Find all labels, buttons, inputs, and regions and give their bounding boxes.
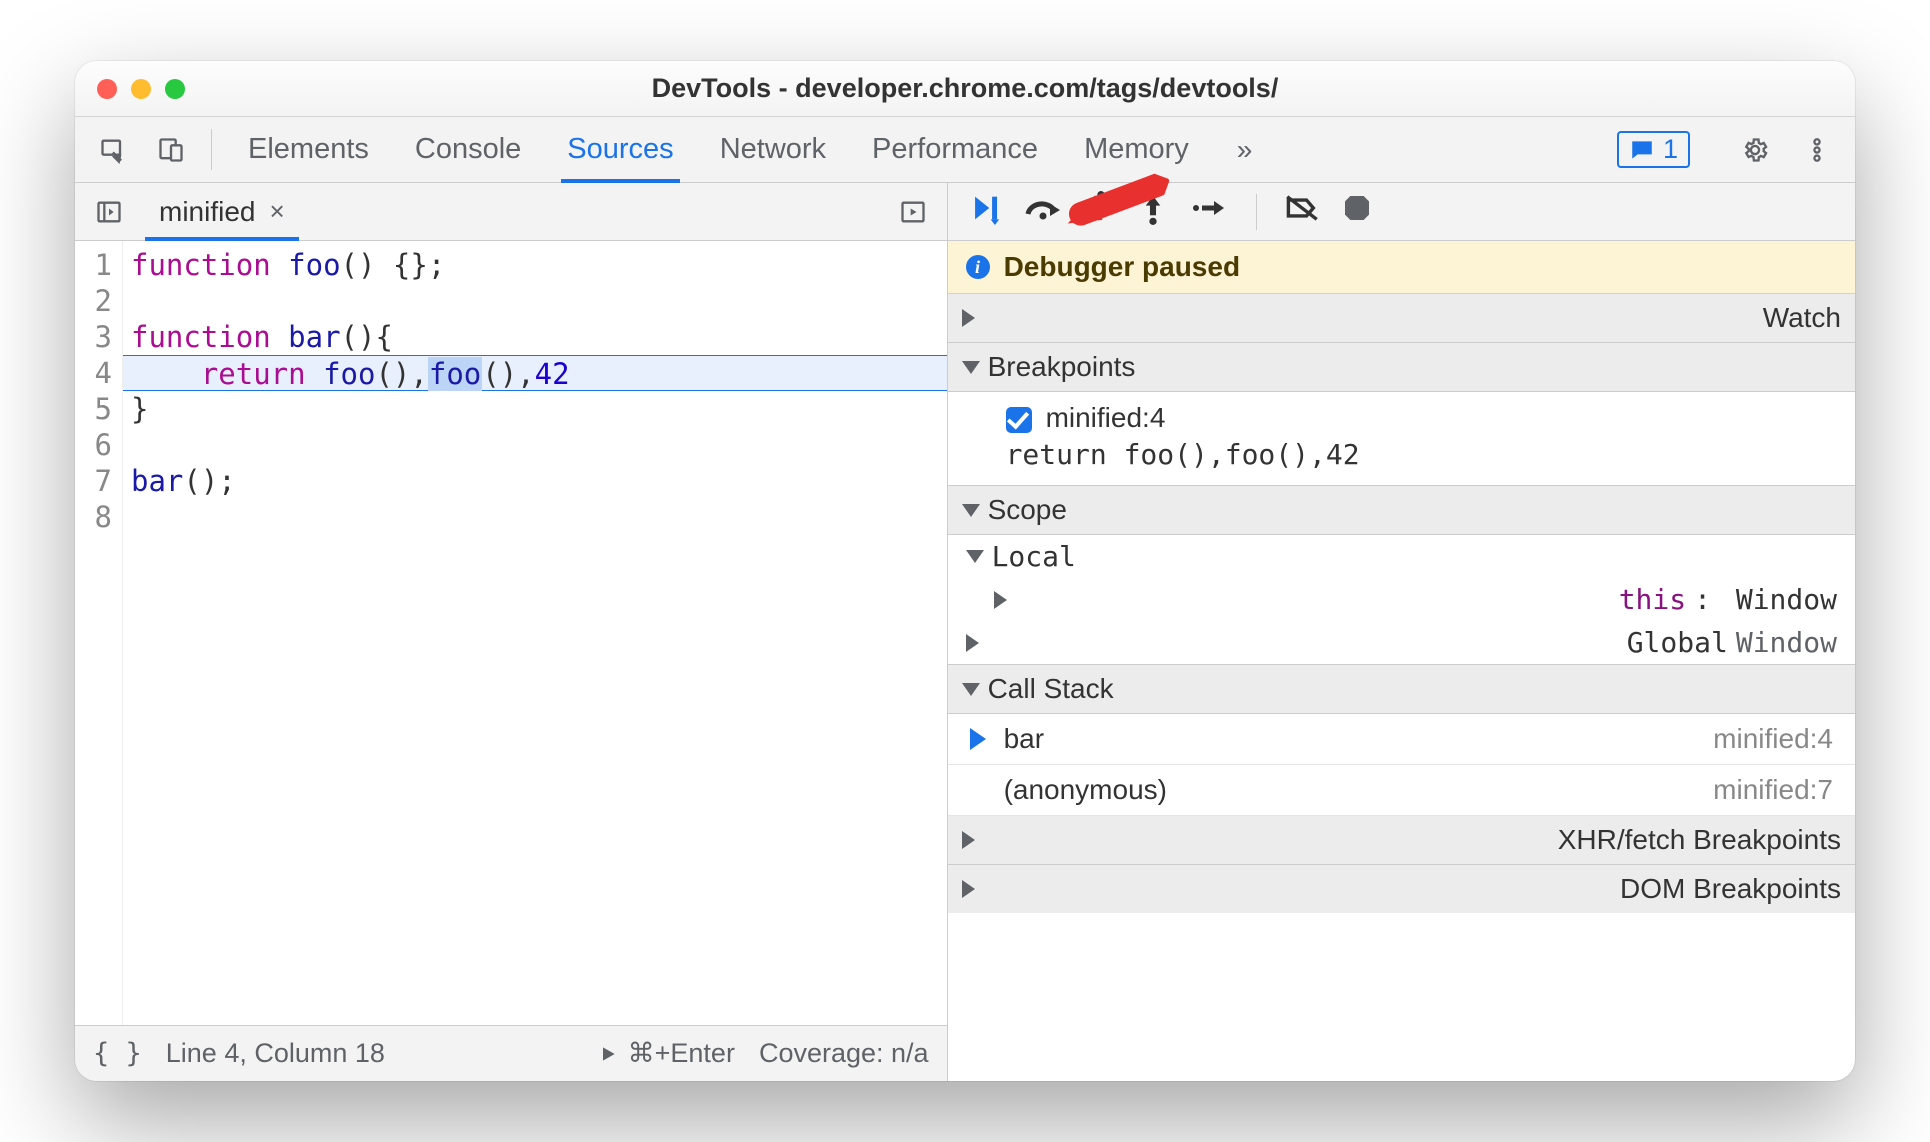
- settings-icon[interactable]: [1731, 136, 1779, 164]
- inspect-element-icon[interactable]: [89, 117, 137, 182]
- code-lines: function foo() {}; function bar(){ retur…: [123, 241, 947, 1025]
- run-snippet-icon[interactable]: [889, 183, 937, 240]
- cursor-position: Line 4, Column 18: [166, 1038, 385, 1069]
- code-editor[interactable]: 1 2 3 4 5 6 7 8 function foo() {}; funct…: [75, 241, 947, 1025]
- run-indicator[interactable]: ⌘+Enter: [598, 1038, 735, 1069]
- device-toolbar-icon[interactable]: [147, 117, 195, 182]
- file-tab-minified[interactable]: minified ×: [145, 183, 299, 240]
- breakpoint-code: return foo(),foo(),42: [1006, 438, 1837, 471]
- titlebar: DevTools - developer.chrome.com/tags/dev…: [75, 61, 1855, 117]
- tab-console[interactable]: Console: [409, 117, 527, 182]
- breakpoint-item[interactable]: minified:4 return foo(),foo(),42: [948, 392, 1855, 486]
- debugger-controls: [948, 183, 1855, 241]
- breakpoints-section-header[interactable]: Breakpoints: [948, 343, 1855, 392]
- scope-local[interactable]: Local: [948, 535, 1855, 578]
- minimize-window-button[interactable]: [131, 79, 151, 99]
- coverage-label[interactable]: Coverage: n/a: [759, 1038, 929, 1069]
- messages-count: 1: [1663, 134, 1678, 165]
- tab-network[interactable]: Network: [714, 117, 832, 182]
- dom-section-header[interactable]: DOM Breakpoints: [948, 865, 1855, 913]
- source-tabs-bar: minified ×: [75, 183, 947, 241]
- navigator-toggle-icon[interactable]: [85, 183, 133, 240]
- devtools-window: DevTools - developer.chrome.com/tags/dev…: [75, 61, 1855, 1081]
- pause-on-exceptions-button[interactable]: [1341, 192, 1373, 231]
- callstack-body: bar minified:4 (anonymous) minified:7: [948, 714, 1855, 816]
- more-tabs-icon[interactable]: »: [1229, 117, 1261, 182]
- scope-section-header[interactable]: Scope: [948, 486, 1855, 535]
- window-controls: [75, 79, 185, 99]
- info-icon: i: [966, 255, 990, 279]
- watch-section-header[interactable]: Watch: [948, 294, 1855, 343]
- source-panel: minified × 1 2 3 4 5 6 7 8: [75, 183, 948, 1081]
- close-tab-icon[interactable]: ×: [269, 196, 284, 227]
- tab-performance[interactable]: Performance: [866, 117, 1044, 182]
- scope-body: Local this: Window Global Window: [948, 535, 1855, 665]
- line-gutter[interactable]: 1 2 3 4 5 6 7 8: [75, 241, 123, 1025]
- kebab-menu-icon[interactable]: [1793, 136, 1841, 164]
- window-title: DevTools - developer.chrome.com/tags/dev…: [75, 73, 1855, 104]
- xhr-section-header[interactable]: XHR/fetch Breakpoints: [948, 816, 1855, 865]
- breakpoint-checkbox[interactable]: [1006, 407, 1032, 433]
- tab-sources[interactable]: Sources: [561, 117, 679, 182]
- callstack-frame[interactable]: (anonymous) minified:7: [948, 765, 1855, 816]
- callstack-section-header[interactable]: Call Stack: [948, 665, 1855, 714]
- close-window-button[interactable]: [97, 79, 117, 99]
- callstack-frame[interactable]: bar minified:4: [948, 714, 1855, 765]
- scope-this[interactable]: this: Window: [948, 578, 1855, 621]
- source-status-bar: { } Line 4, Column 18 ⌘+Enter Coverage: …: [75, 1025, 947, 1081]
- messages-badge[interactable]: 1: [1617, 131, 1690, 168]
- resume-button[interactable]: [968, 191, 1002, 232]
- deactivate-breakpoints-button[interactable]: [1285, 193, 1319, 230]
- scope-global[interactable]: Global Window: [948, 621, 1855, 664]
- current-frame-icon: [970, 728, 986, 750]
- panel-tabs: Elements Console Sources Network Perform…: [228, 117, 1587, 182]
- zoom-window-button[interactable]: [165, 79, 185, 99]
- file-tab-label: minified: [159, 196, 255, 228]
- tab-elements[interactable]: Elements: [242, 117, 375, 182]
- pretty-print-icon[interactable]: { }: [93, 1038, 142, 1069]
- main-toolbar: Elements Console Sources Network Perform…: [75, 117, 1855, 183]
- debugger-panel: i Debugger paused Watch Breakpoints mini…: [948, 183, 1855, 1081]
- step-button[interactable]: [1190, 193, 1228, 230]
